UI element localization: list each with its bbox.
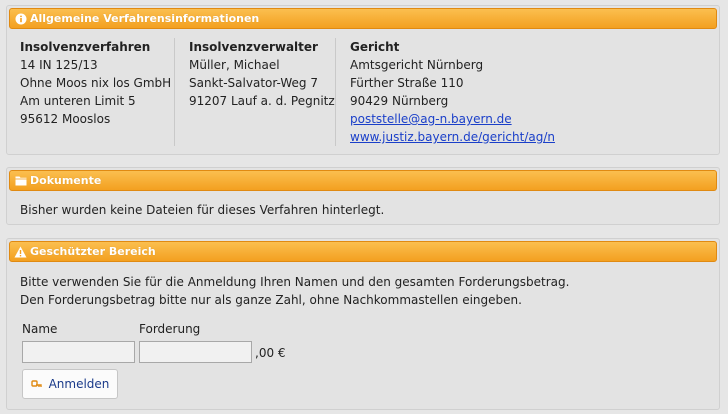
instruction-line-1: Bitte verwenden Sie für die Anmeldung Ih…	[20, 275, 570, 289]
schuldner-ort: 95612 Mooslos	[20, 112, 111, 126]
verwalter-ort: 91207 Lauf a. d. Pegnitz	[189, 94, 335, 108]
forderung-label: Forderung	[139, 322, 201, 336]
insolvenzverfahren-column: Insolvenzverfahren 14 IN 125/13 Ohne Moo…	[20, 38, 171, 128]
geschuetzt-panel-header: Geschützter Bereich	[9, 241, 717, 262]
dokumente-panel-title: Dokumente	[30, 174, 102, 187]
gericht-email-link[interactable]: poststelle@ag-n.bayern.de	[350, 112, 512, 126]
dokumente-panel-header: Dokumente	[9, 170, 717, 191]
gericht-website-link[interactable]: www.justiz.bayern.de/gericht/ag/n	[350, 130, 555, 144]
schuldner-strasse: Am unteren Limit 5	[20, 94, 136, 108]
verfahren-panel-title: Allgemeine Verfahrensinformationen	[30, 12, 260, 25]
verfahren-panel: Allgemeine Verfahrensinformationen Insol…	[6, 5, 720, 155]
verwalter-name: Müller, Michael	[189, 58, 280, 72]
gericht-strasse: Fürther Straße 110	[350, 76, 464, 90]
dokumente-message: Bisher wurden keine Dateien für dieses V…	[20, 203, 385, 217]
gericht-header: Gericht	[350, 40, 400, 54]
verfahren-panel-header: Allgemeine Verfahrensinformationen	[9, 8, 717, 29]
insolvenzverfahren-header: Insolvenzverfahren	[20, 40, 151, 54]
column-divider	[174, 38, 175, 146]
warning-triangle-icon	[14, 245, 27, 258]
gericht-ort: 90429 Nürnberg	[350, 94, 449, 108]
column-divider	[335, 38, 336, 146]
insolvenzverwalter-header: Insolvenzverwalter	[189, 40, 318, 54]
gericht-name: Amtsgericht Nürnberg	[350, 58, 484, 72]
insolvenzverwalter-column: Insolvenzverwalter Müller, Michael Sankt…	[189, 38, 335, 110]
currency-suffix: ,00 €	[255, 346, 286, 360]
schuldner-name: Ohne Moos nix los GmbH	[20, 76, 172, 90]
verwalter-strasse: Sankt-Salvator-Weg 7	[189, 76, 318, 90]
name-input[interactable]	[22, 341, 135, 363]
gericht-column: Gericht Amtsgericht Nürnberg Fürther Str…	[350, 38, 555, 146]
name-label: Name	[22, 322, 58, 336]
key-icon	[30, 378, 43, 390]
geschuetzt-panel-title: Geschützter Bereich	[30, 245, 156, 258]
dokumente-panel: Dokumente Bisher wurden keine Dateien fü…	[6, 167, 720, 225]
folder-icon	[14, 174, 27, 187]
forderung-input[interactable]	[139, 341, 252, 363]
anmelden-button[interactable]: Anmelden	[22, 369, 118, 399]
info-circle-icon	[14, 12, 27, 25]
aktenzeichen: 14 IN 125/13	[20, 58, 98, 72]
anmelden-button-label: Anmelden	[48, 377, 110, 391]
instruction-line-2: Den Forderungsbetrag bitte nur als ganze…	[20, 293, 522, 307]
